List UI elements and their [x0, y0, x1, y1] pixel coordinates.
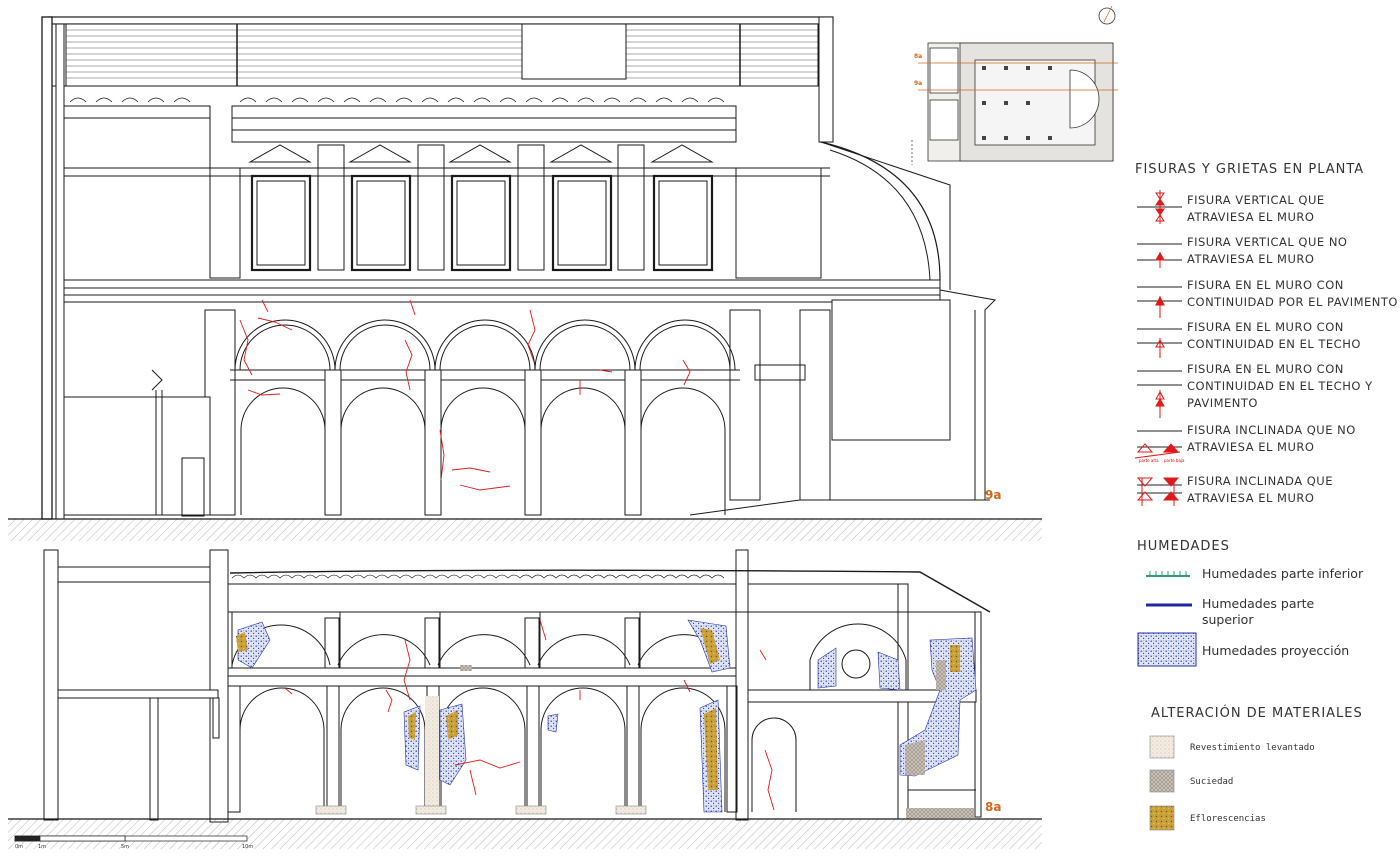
humidity-item-2-line1: Humedades parte	[1202, 596, 1315, 611]
scale-tick-1: 1m	[38, 844, 46, 850]
legend-humidity-title: HUMEDADES	[1137, 539, 1230, 554]
upper-section	[8, 16, 1042, 541]
key-plan-label-8a: 8a	[914, 53, 922, 60]
humidity-symbols	[1137, 571, 1197, 667]
crack-item-2-line1: FISURA VERTICAL QUE NO	[1187, 235, 1347, 249]
crack-item-3-line1: FISURA EN EL MURO CON	[1187, 278, 1344, 292]
scale-tick-10: 10m	[242, 844, 253, 850]
scale-tick-5: 5m	[121, 844, 129, 850]
crack-item-1-line1: FISURA VERTICAL QUE	[1187, 193, 1325, 207]
scale-tick-0: 0m	[15, 844, 23, 850]
material-item-1: Revestimiento levantado	[1190, 743, 1315, 753]
crack-item-5-line2: CONTINUIDAD EN EL TECHO Y	[1187, 379, 1373, 393]
material-item-3: Eflorescencias	[1190, 814, 1266, 824]
architectural-drawing: 9a 8a 0m 1m 5m 10m 8a 9a FISURAS Y GRIET…	[8, 5, 1398, 850]
humidity-item-1: Humedades parte inferior	[1202, 566, 1364, 581]
humidity-item-3: Humedades proyección	[1202, 643, 1349, 658]
crack-item-3-line2: CONTINUIDAD POR EL PAVIMENTO	[1187, 295, 1398, 309]
tag-parte-baja: parte baja	[1164, 458, 1185, 463]
crack-item-6-line1: FISURA INCLINADA QUE NO	[1187, 423, 1356, 437]
lower-section	[8, 549, 1042, 849]
crack-item-5-line1: FISURA EN EL MURO CON	[1187, 362, 1344, 376]
legend-cracks-title: FISURAS Y GRIETAS EN PLANTA	[1135, 162, 1364, 177]
crack-item-6-line2: ATRAVIESA EL MURO	[1187, 440, 1314, 454]
key-plan	[911, 5, 1118, 165]
crack-item-2-line2: ATRAVIESA EL MURO	[1187, 252, 1314, 266]
humidity-item-2-line2: superior	[1202, 612, 1254, 627]
crack-item-5-line3: PAVIMENTO	[1187, 396, 1258, 410]
crack-item-4-line1: FISURA EN EL MURO CON	[1187, 320, 1344, 334]
material-swatches	[1149, 735, 1175, 831]
upper-arcade	[204, 309, 831, 516]
crack-item-7-line2: ATRAVIESA EL MURO	[1187, 491, 1314, 505]
section-label-8a: 8a	[985, 800, 1001, 814]
scale-bar	[14, 835, 248, 842]
key-plan-label-9a: 9a	[914, 80, 922, 87]
crack-item-4-line2: CONTINUIDAD EN EL TECHO	[1187, 337, 1361, 351]
tag-parte-alta: parte alta	[1139, 458, 1159, 463]
crack-item-1-line2: ATRAVIESA EL MURO	[1187, 210, 1314, 224]
crack-item-7-line1: FISURA INCLINADA QUE	[1187, 474, 1333, 488]
lower-damage	[236, 619, 977, 818]
material-item-2: Suciedad	[1190, 777, 1233, 787]
upper-cracks	[239, 299, 691, 491]
upper-windows	[248, 144, 714, 272]
section-label-9a: 9a	[985, 488, 1001, 502]
legend-materials-title: ALTERACIÓN DE MATERIALES	[1151, 705, 1363, 721]
